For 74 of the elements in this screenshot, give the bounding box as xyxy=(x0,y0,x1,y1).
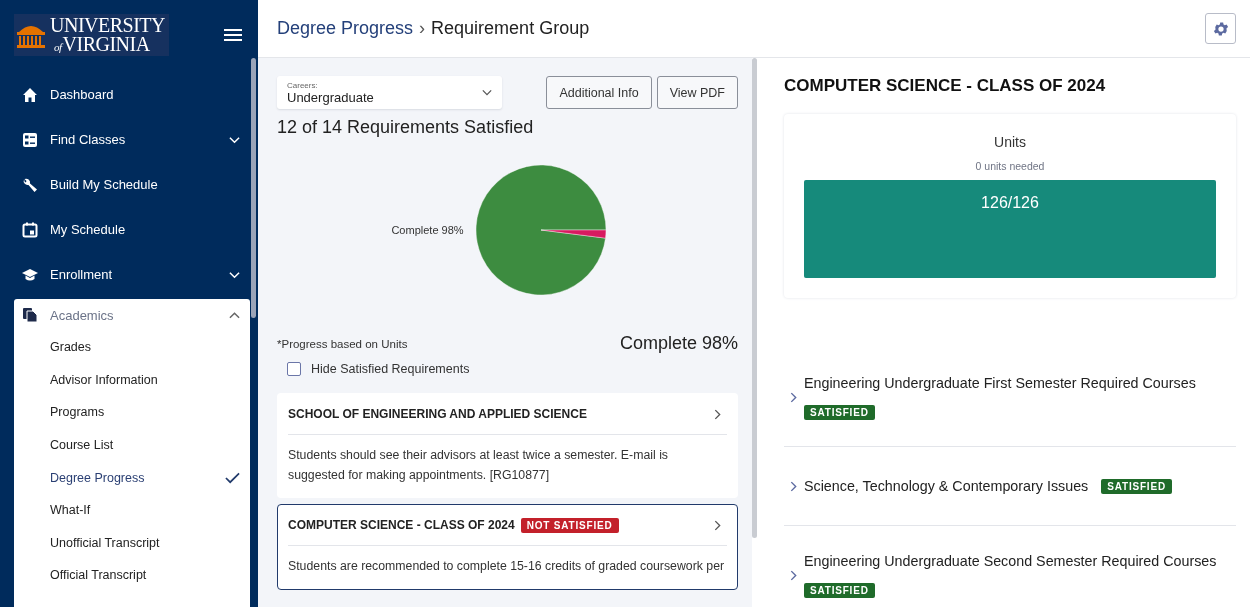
requirement-title: Engineering Undergraduate First Semester Required Courses xyxy=(804,374,1196,391)
nav-label: Academics xyxy=(50,307,115,323)
documents-icon xyxy=(22,307,38,323)
nav-label: Find Classes xyxy=(50,132,127,147)
calendar-icon xyxy=(22,221,38,238)
home-icon xyxy=(22,86,38,103)
submenu-item[interactable]: Programs xyxy=(14,396,250,429)
progress-total: Complete 98% xyxy=(619,333,738,354)
detail-title: COMPUTER SCIENCE - CLASS OF 2024 xyxy=(784,76,1107,96)
checkbox[interactable] xyxy=(287,362,301,376)
graduation-cap-icon xyxy=(22,266,38,283)
status-badge: SATISFIED xyxy=(1101,478,1172,494)
submenu-item[interactable]: Unofficial Transcript xyxy=(14,526,250,560)
settings-button[interactable] xyxy=(1205,13,1236,44)
nav-item[interactable]: Find Classes xyxy=(0,117,258,162)
careers-dropdown[interactable]: Careers: Undergraduate xyxy=(277,76,502,109)
requirement-row[interactable]: Engineering Undergraduate First Semester Required Courses SATISFIED xyxy=(784,348,1236,447)
submenu-item[interactable]: Official Transcript xyxy=(14,559,250,592)
status-badge: SATISFIED xyxy=(804,404,875,420)
submenu-item[interactable]: Advisor Information xyxy=(14,363,250,397)
chart-label: Complete 98% xyxy=(391,224,464,236)
chevron-down-icon xyxy=(482,89,492,96)
outline-button[interactable]: Additional Info xyxy=(546,76,652,109)
submenu-item[interactable]: Grades xyxy=(14,331,250,364)
nav-item[interactable]: My Schedule xyxy=(0,207,258,252)
wrench-icon xyxy=(22,176,38,193)
nav-label: Build My Schedule xyxy=(50,177,159,192)
nav-item[interactable]: Dashboard xyxy=(0,72,258,117)
breadcrumb-link[interactable]: Degree Progress xyxy=(277,18,414,39)
logo-text: of xyxy=(54,42,62,53)
settings-icon xyxy=(1211,19,1230,38)
scrollbar[interactable] xyxy=(251,58,256,318)
nav-label: Enrollment xyxy=(50,267,114,282)
checkbox-label: Hide Satisfied Requirements xyxy=(311,362,470,376)
submenu-item[interactable]: What-If xyxy=(14,493,250,527)
nav-label: Dashboard xyxy=(50,87,115,102)
chevron-right-icon xyxy=(790,391,797,403)
nav-item[interactable]: Academics xyxy=(14,299,250,331)
card-title: SCHOOL OF ENGINEERING AND APPLIED SCIENCE xyxy=(288,407,587,421)
logo-text: VIRGINIA xyxy=(62,35,150,54)
card-description: Students are recommended to complete 15-16 credits of graded coursework per xyxy=(288,558,726,575)
checklist-icon xyxy=(22,131,38,148)
nav-label: My Schedule xyxy=(50,222,127,237)
units-reading: 126/126 xyxy=(980,193,1040,212)
requirement-title: Engineering Undergraduate Second Semester Required Courses xyxy=(804,552,1217,569)
page-title: Requirement Group xyxy=(431,18,590,39)
units-label: Units xyxy=(993,134,1027,150)
submenu-item[interactable]: Course List xyxy=(14,428,250,462)
requirement-row[interactable]: Engineering Undergraduate Second Semester Required Courses SATISFIED xyxy=(784,526,1236,607)
nav-item[interactable]: Build My Schedule xyxy=(0,162,258,207)
status-badge: NOT SATISFIED xyxy=(520,517,619,533)
units-needed: 0 units needed xyxy=(974,160,1046,172)
checkmark-icon xyxy=(225,471,240,484)
logo-text: UNIVERSITY xyxy=(50,16,165,35)
breadcrumb-separator: › xyxy=(419,18,426,39)
card-title: COMPUTER SCIENCE - CLASS OF 2024 xyxy=(288,518,515,532)
chevron-right-icon xyxy=(790,569,797,581)
chevron-right-icon xyxy=(714,519,721,531)
chevron-right-icon xyxy=(714,408,721,420)
requirement-row[interactable]: Science, Technology & Contemporary Issues SATISFIED xyxy=(784,447,1236,526)
nav-item[interactable]: Enrollment xyxy=(0,252,258,297)
requirement-card[interactable]: COMPUTER SCIENCE - CLASS OF 2024 NOT SATISFIED Students are recommended to complete 15-16 credits of graded coursework per xyxy=(277,504,738,590)
progress-note: *Progress based on Units xyxy=(277,337,408,350)
menu-icon[interactable] xyxy=(224,28,242,42)
submenu-item[interactable]: Degree Progress xyxy=(14,461,250,494)
status-badge: SATISFIED xyxy=(804,582,875,598)
outline-button[interactable]: View PDF xyxy=(656,76,738,109)
requirements-summary: 12 of 14 Requirements Satisfied xyxy=(277,117,535,138)
university-logo[interactable]: UNIVERSITY ofVIRGINIA xyxy=(14,14,169,56)
chevron-right-icon xyxy=(790,480,797,492)
card-description: Students should see their advisors at least twice a semester. E-mail is suggested for making appointments. [RG10877] xyxy=(288,447,669,484)
requirement-card[interactable]: SCHOOL OF ENGINEERING AND APPLIED SCIENCE Students should see their advisors at least twice a semester. E-mail is suggested for making appointments. [RG10877] xyxy=(277,393,738,498)
requirement-title: Science, Technology & Contemporary Issues xyxy=(804,478,1089,494)
scrollbar[interactable] xyxy=(752,58,757,538)
